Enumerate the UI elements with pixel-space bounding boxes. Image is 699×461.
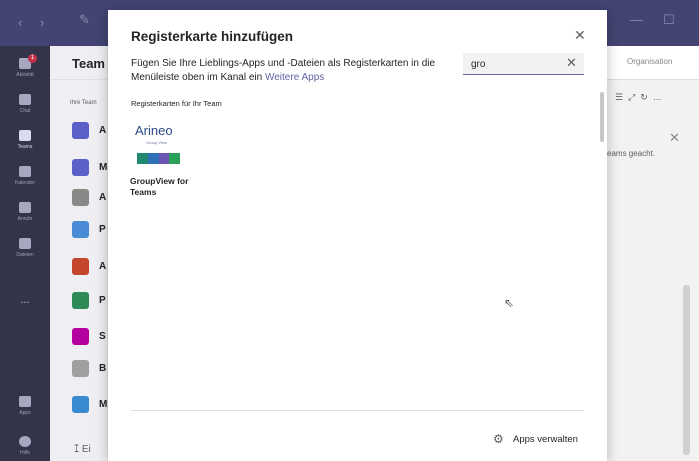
team-avatar [72, 159, 89, 176]
close-icon[interactable]: ✕ [669, 130, 680, 146]
activity-badge: 1 [28, 54, 37, 63]
maximize-button[interactable]: ☐ [663, 12, 675, 28]
calendar-icon [19, 166, 31, 177]
app-rail: 1 Aktivität Chat Teams Kalender Anrufe D… [0, 46, 50, 461]
team-item[interactable]: P [72, 292, 107, 310]
rail-item-teams[interactable]: Teams [0, 130, 50, 150]
rail-item-apps[interactable]: Apps [0, 396, 50, 416]
rail-item-help[interactable]: Hilfe [0, 436, 50, 456]
clear-search-icon[interactable]: ✕ [566, 56, 577, 70]
rail-item-calls[interactable]: Anrufe [0, 202, 50, 222]
logo-color-bar [137, 153, 180, 164]
team-item[interactable]: A [72, 122, 107, 140]
teams-subtitle: Ihre Team [70, 100, 97, 106]
page-scrollbar[interactable] [683, 285, 690, 455]
chat-icon [19, 94, 31, 105]
rail-item-calendar[interactable]: Kalender [0, 166, 50, 186]
rail-item-more[interactable]: ... [0, 294, 50, 306]
team-item[interactable]: B [72, 360, 107, 378]
apps-icon [19, 396, 31, 407]
channel-content-text: eams geacht. [607, 149, 656, 158]
compose-icon[interactable]: ✎ [79, 12, 90, 28]
search-input[interactable] [471, 57, 561, 71]
dialog-description: Fügen Sie Ihre Lieblings-Apps und -Datei… [131, 58, 436, 83]
manage-apps-button[interactable]: ⚙ Apps verwalten [493, 432, 593, 448]
team-avatar [72, 189, 89, 206]
team-avatar [72, 221, 89, 238]
team-avatar [72, 292, 89, 309]
team-item[interactable]: M [72, 159, 107, 177]
team-item[interactable]: A [72, 258, 107, 276]
gear-icon: ⚙ [493, 432, 504, 446]
arineo-logo: Arineo Group View [130, 120, 190, 168]
file-icon [19, 238, 31, 249]
team-item[interactable]: M [72, 396, 107, 414]
channel-topbar: Organisation [607, 46, 699, 80]
app-name: GroupView for Teams [130, 176, 189, 197]
channel-toolbar-icons[interactable]: ☰⤢↻… [615, 92, 667, 103]
dialog-divider [131, 410, 584, 411]
more-apps-link[interactable]: Weitere Apps [265, 72, 324, 83]
rail-item-chat[interactable]: Chat [0, 94, 50, 114]
dialog-title: Registerkarte hinzufügen [131, 29, 294, 44]
add-tab-dialog: Registerkarte hinzufügen ✕ Fügen Sie Ihr… [108, 10, 607, 461]
rail-item-files[interactable]: Dateien [0, 238, 50, 258]
back-button[interactable]: ‹ [18, 15, 22, 30]
team-item[interactable]: S [72, 328, 107, 346]
section-label: Registerkarten für Ihr Team [131, 99, 222, 108]
team-avatar [72, 396, 89, 413]
rail-item-activity[interactable]: 1 Aktivität [0, 54, 50, 78]
team-avatar [72, 122, 89, 139]
team-avatar [72, 360, 89, 377]
dialog-scrollbar[interactable] [600, 92, 604, 142]
teams-icon [19, 130, 31, 141]
org-label: Organisation [627, 57, 673, 66]
teams-header: Team [50, 46, 107, 80]
team-item[interactable]: A [72, 189, 107, 207]
help-icon [19, 436, 31, 447]
mouse-cursor-icon: ⇖ [504, 296, 515, 310]
app-tile-groupview[interactable]: Arineo Group View GroupView for Teams [130, 120, 200, 215]
forward-button[interactable]: › [40, 15, 44, 30]
phone-icon [19, 202, 31, 213]
teams-title: Team [72, 56, 105, 71]
teams-panel: Team Ihre Team A M A P A P S B M ꕯ Ei [50, 46, 108, 461]
close-icon: ✕ [574, 27, 586, 43]
team-avatar [72, 328, 89, 345]
add-people-icon: ꕯ [74, 444, 80, 455]
team-item[interactable]: P [72, 221, 107, 239]
team-avatar [72, 258, 89, 275]
search-box[interactable]: ✕ [463, 53, 584, 75]
minimize-button[interactable]: — [630, 12, 643, 27]
create-team-button[interactable]: ꕯ Ei [74, 444, 91, 455]
dialog-close-button[interactable]: ✕ [574, 28, 586, 42]
